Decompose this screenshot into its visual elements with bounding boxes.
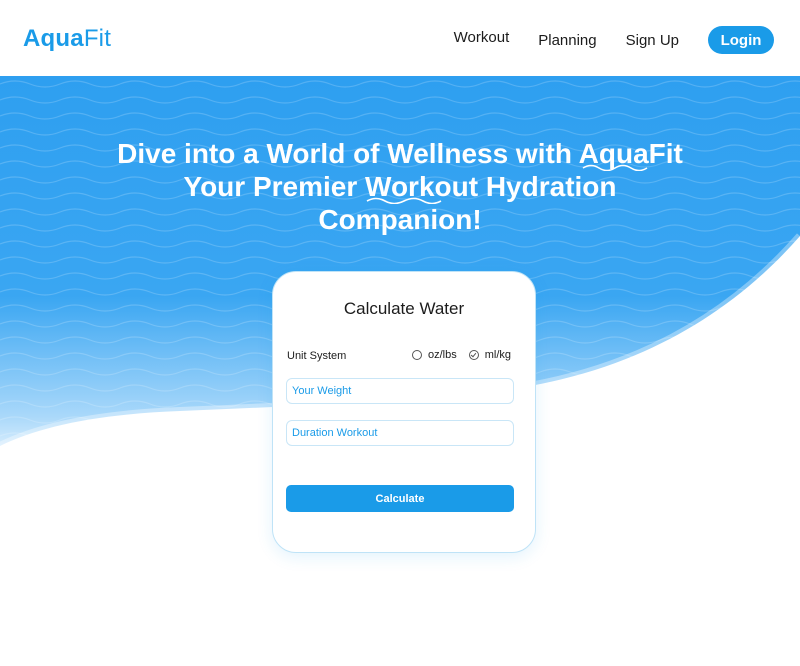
top-nav-bar: AquaFit Workout Planning Sign Up Login <box>0 0 800 76</box>
wave-underline-icon <box>366 197 442 204</box>
calculate-water-card: Calculate Water Unit System oz/lbs ml/kg… <box>272 271 536 553</box>
hero-heading: Dive into a World of Wellness with AquaF… <box>0 137 800 236</box>
main-nav: Workout Planning Sign Up Login <box>454 26 774 54</box>
radio-circle-icon[interactable] <box>411 350 422 360</box>
logo-bold-text: Aqua <box>23 25 84 52</box>
unit-option-label: ml/kg <box>484 349 511 361</box>
calculate-button[interactable]: Calculate <box>286 485 514 512</box>
hero-heading-line-3: Companion! <box>318 204 482 235</box>
nav-link-signup[interactable]: Sign Up <box>626 32 679 49</box>
weight-input[interactable] <box>286 378 514 404</box>
unit-option-label: oz/lbs <box>427 349 457 361</box>
unit-radio-group: oz/lbs ml/kg <box>400 349 511 361</box>
brand-logo[interactable]: AquaFit <box>23 24 111 54</box>
nav-link-workout[interactable]: Workout <box>454 29 510 46</box>
unit-system-label: Unit System <box>287 350 347 362</box>
page: AquaFit Workout Planning Sign Up Login D… <box>0 0 800 666</box>
duration-workout-input[interactable] <box>286 420 514 446</box>
hero-heading-line-1: Dive into a World of Wellness with AquaF… <box>117 138 683 169</box>
card-title: Calculate Water <box>343 299 465 318</box>
radio-check-icon[interactable] <box>468 350 479 360</box>
nav-link-planning[interactable]: Planning <box>538 32 596 49</box>
unit-option-ml-kg[interactable]: ml/kg <box>468 349 511 361</box>
wave-underline-icon <box>582 164 648 171</box>
unit-option-oz-lbs[interactable]: oz/lbs <box>411 349 457 361</box>
login-button[interactable]: Login <box>708 26 774 54</box>
logo-light-text: Fit <box>83 25 112 52</box>
